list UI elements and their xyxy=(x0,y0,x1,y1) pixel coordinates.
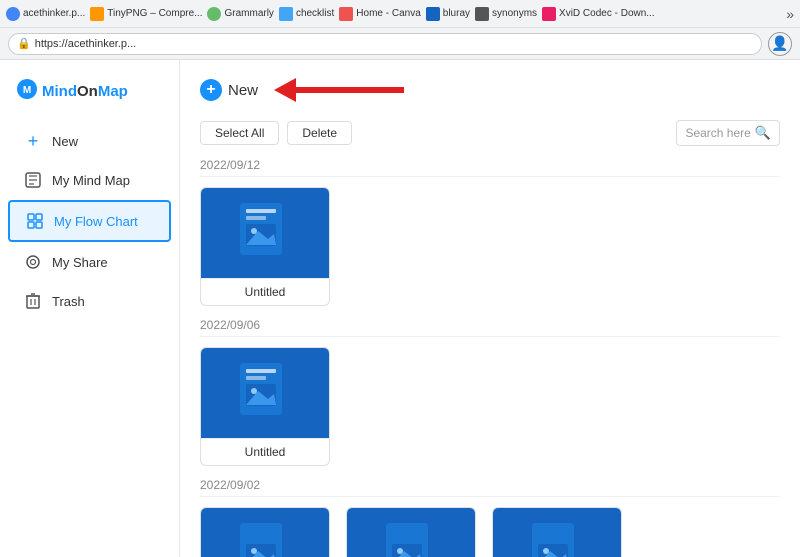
search-icon: 🔍 xyxy=(755,125,771,141)
new-button[interactable]: + New xyxy=(200,79,258,101)
file-card[interactable]: Untitled xyxy=(200,187,330,306)
date-label-2: 2022/09/06 xyxy=(200,318,780,337)
logo-icon: M xyxy=(16,78,38,105)
lock-icon: 🔒 xyxy=(17,37,31,50)
new-button-label: New xyxy=(228,82,258,99)
toolbar-row: Select All Delete Search here 🔍 xyxy=(200,120,780,146)
cards-row-1: Untitled xyxy=(200,187,780,306)
file-card[interactable]: Untitled xyxy=(200,347,330,466)
sidebar-trash-label: Trash xyxy=(52,294,85,309)
red-arrow-indicator xyxy=(274,76,404,104)
sidebar-mindmap-label: My Mind Map xyxy=(52,173,130,188)
sidebar: M MindOnMap + New My Mind Map xyxy=(0,60,180,557)
tab-4[interactable]: checklist xyxy=(279,7,334,21)
toolbar-left: Select All Delete xyxy=(200,121,352,145)
sidebar-item-share[interactable]: My Share xyxy=(8,243,171,281)
sidebar-item-flowchart[interactable]: My Flow Chart xyxy=(8,200,171,242)
cards-row-3 xyxy=(200,507,780,557)
flowchart-icon xyxy=(26,212,44,230)
app-logo: M MindOnMap xyxy=(0,70,179,121)
search-box[interactable]: Search here 🔍 xyxy=(676,120,780,146)
profile-icon[interactable]: 👤 xyxy=(768,32,792,56)
date-section-2: 2022/09/06 Untitled xyxy=(200,318,780,466)
file-card-name: Untitled xyxy=(201,278,329,305)
tab-6[interactable]: bluray xyxy=(426,7,470,21)
tab-1[interactable]: acethinker.p... xyxy=(6,7,85,21)
file-card-name: Untitled xyxy=(201,438,329,465)
main-content: + New Select All Delete Search here 🔍 xyxy=(180,60,800,557)
address-bar-row: 🔒 https://acethinker.p... 👤 xyxy=(0,28,800,60)
share-icon xyxy=(24,253,42,271)
sidebar-share-label: My Share xyxy=(52,255,108,270)
date-section-3: 2022/09/02 xyxy=(200,478,780,557)
sidebar-item-mindmap[interactable]: My Mind Map xyxy=(8,161,171,199)
file-card-preview xyxy=(201,508,329,557)
tab-8[interactable]: XviD Codec - Down... xyxy=(542,7,655,21)
file-card-preview xyxy=(347,508,475,557)
file-card-preview xyxy=(201,188,329,278)
select-all-button[interactable]: Select All xyxy=(200,121,279,145)
tab-7[interactable]: synonyms xyxy=(475,7,537,21)
file-card[interactable] xyxy=(346,507,476,557)
new-button-plus-icon: + xyxy=(200,79,222,101)
mindmap-icon xyxy=(24,171,42,189)
svg-text:M: M xyxy=(23,85,31,96)
date-label-1: 2022/09/12 xyxy=(200,158,780,177)
browser-tabs: acethinker.p... TinyPNG – Compre... Gram… xyxy=(6,7,782,21)
app-container: M MindOnMap + New My Mind Map xyxy=(0,60,800,557)
sidebar-flowchart-label: My Flow Chart xyxy=(54,214,138,229)
search-placeholder-text: Search here xyxy=(685,126,750,140)
tab-2[interactable]: TinyPNG – Compre... xyxy=(90,7,202,21)
sidebar-item-new[interactable]: + New xyxy=(8,122,171,160)
logo-text: MindOnMap xyxy=(42,83,128,100)
trash-icon xyxy=(24,292,42,310)
file-card-preview xyxy=(201,348,329,438)
url-text: https://acethinker.p... xyxy=(35,38,137,50)
delete-button[interactable]: Delete xyxy=(287,121,352,145)
file-card-preview xyxy=(493,508,621,557)
tab-5[interactable]: Home - Canva xyxy=(339,7,420,21)
date-label-3: 2022/09/02 xyxy=(200,478,780,497)
main-header: + New xyxy=(200,76,780,104)
more-tabs-button[interactable]: » xyxy=(786,6,794,22)
plus-icon: + xyxy=(24,132,42,150)
cards-row-2: Untitled xyxy=(200,347,780,466)
file-card[interactable] xyxy=(200,507,330,557)
tab-3[interactable]: Grammarly xyxy=(207,7,273,21)
file-card[interactable] xyxy=(492,507,622,557)
sidebar-new-label: New xyxy=(52,134,78,149)
address-bar[interactable]: 🔒 https://acethinker.p... xyxy=(8,33,762,55)
browser-tab-bar: acethinker.p... TinyPNG – Compre... Gram… xyxy=(0,0,800,28)
date-section-1: 2022/09/12 Untitled xyxy=(200,158,780,306)
sidebar-item-trash[interactable]: Trash xyxy=(8,282,171,320)
